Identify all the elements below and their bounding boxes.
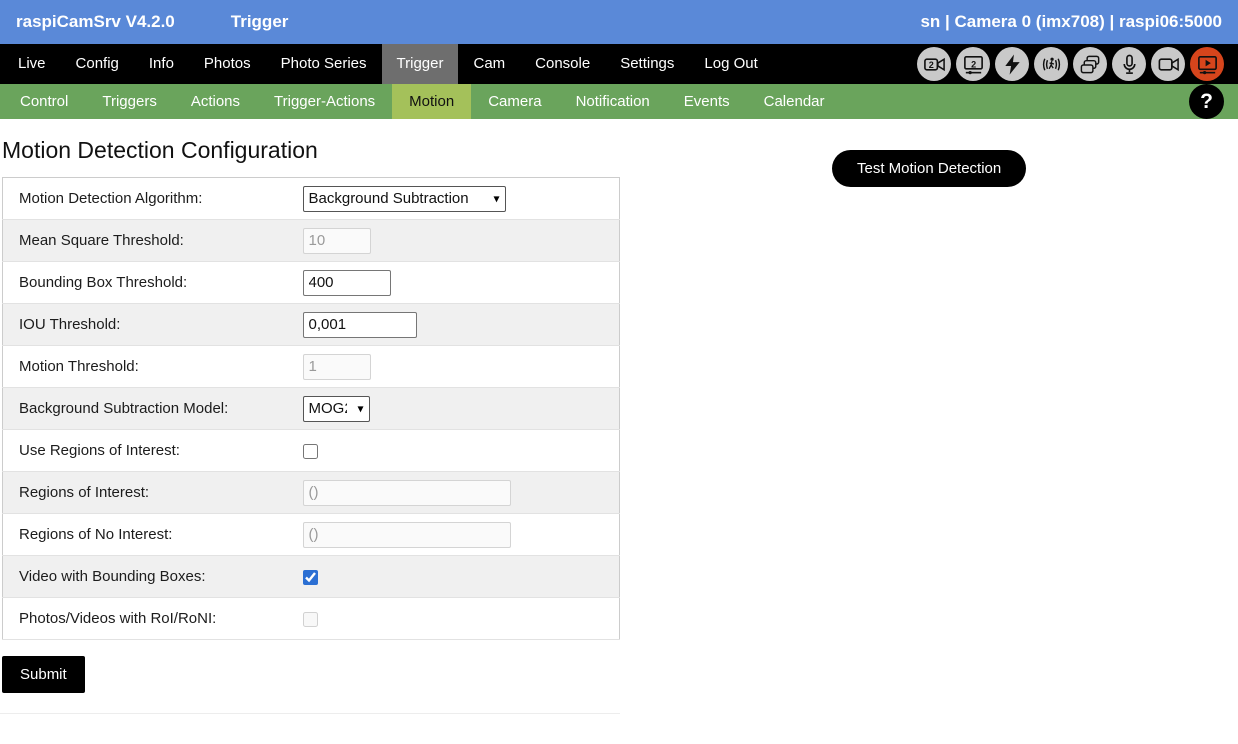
- header-icon-bar: 22: [917, 44, 1238, 84]
- nav-item-info[interactable]: Info: [134, 44, 189, 84]
- form-row: Use Regions of Interest:: [3, 430, 620, 472]
- nav-item-log-out[interactable]: Log Out: [689, 44, 772, 84]
- nav-item-console[interactable]: Console: [520, 44, 605, 84]
- nav-item-photo-series[interactable]: Photo Series: [266, 44, 382, 84]
- video-camera-2-icon[interactable]: 2: [917, 47, 951, 81]
- svg-text:2: 2: [971, 59, 976, 69]
- form-row: Mean Square Threshold:: [3, 220, 620, 262]
- motion-config-table: Motion Detection Algorithm:Background Su…: [2, 177, 620, 640]
- sub-nav-items: ControlTriggersActionsTrigger-ActionsMot…: [3, 84, 842, 119]
- form-row: Video with Bounding Boxes:: [3, 556, 620, 598]
- motion-alarm-icon[interactable]: [1034, 47, 1068, 81]
- subnav-item-events[interactable]: Events: [667, 84, 747, 119]
- use-regions-of-interest-checkbox[interactable]: [303, 444, 318, 459]
- motion-detection-algorithm-label: Motion Detection Algorithm:: [3, 178, 303, 220]
- nav-item-config[interactable]: Config: [61, 44, 134, 84]
- iou-threshold-label: IOU Threshold:: [3, 304, 303, 346]
- divider: [0, 713, 620, 714]
- sub-nav: ControlTriggersActionsTrigger-ActionsMot…: [0, 84, 1238, 119]
- subnav-item-actions[interactable]: Actions: [174, 84, 257, 119]
- svg-text:2: 2: [928, 59, 933, 69]
- regions-of-no-interest-input: [303, 522, 511, 548]
- motion-detection-algorithm-select-wrap: Background Subtraction: [303, 186, 506, 212]
- photos-videos-with-roi-roni-label: Photos/Videos with RoI/RoNI:: [3, 598, 303, 640]
- form-row: IOU Threshold:: [3, 304, 620, 346]
- main-nav: LiveConfigInfoPhotosPhoto SeriesTriggerC…: [0, 44, 1238, 84]
- iou-threshold-input[interactable]: [303, 312, 417, 338]
- regions-of-no-interest-label: Regions of No Interest:: [3, 514, 303, 556]
- app-title: raspiCamSrv V4.2.0: [16, 12, 175, 32]
- motion-threshold-label: Motion Threshold:: [3, 346, 303, 388]
- nav-item-live[interactable]: Live: [3, 44, 61, 84]
- nav-item-cam[interactable]: Cam: [458, 44, 520, 84]
- photos-videos-with-roi-roni-checkbox: [303, 612, 318, 627]
- use-regions-of-interest-label: Use Regions of Interest:: [3, 430, 303, 472]
- video-with-bounding-boxes-label: Video with Bounding Boxes:: [3, 556, 303, 598]
- photo-stack-icon[interactable]: [1073, 47, 1107, 81]
- titlebar-context: Trigger: [231, 12, 289, 32]
- subnav-item-trigger-actions[interactable]: Trigger-Actions: [257, 84, 392, 119]
- subnav-item-control[interactable]: Control: [3, 84, 85, 119]
- background-subtraction-model-label: Background Subtraction Model:: [3, 388, 303, 430]
- nav-item-trigger[interactable]: Trigger: [382, 44, 459, 84]
- form-row: Regions of No Interest:: [3, 514, 620, 556]
- form-row: Regions of Interest:: [3, 472, 620, 514]
- subnav-item-motion[interactable]: Motion: [392, 84, 471, 119]
- bounding-box-threshold-label: Bounding Box Threshold:: [3, 262, 303, 304]
- form-row: Motion Threshold:: [3, 346, 620, 388]
- subnav-item-triggers[interactable]: Triggers: [85, 84, 173, 119]
- background-subtraction-model-select[interactable]: MOG2: [303, 396, 370, 422]
- page-title: Motion Detection Configuration: [2, 137, 1238, 164]
- form-row: Photos/Videos with RoI/RoNI:: [3, 598, 620, 640]
- regions-of-interest-label: Regions of Interest:: [3, 472, 303, 514]
- bounding-box-threshold-input[interactable]: [303, 270, 391, 296]
- motion-detection-algorithm-select[interactable]: Background Subtraction: [303, 186, 506, 212]
- motion-threshold-input: [303, 354, 371, 380]
- background-subtraction-model-select-wrap: MOG2: [303, 396, 370, 422]
- nav-item-settings[interactable]: Settings: [605, 44, 689, 84]
- camera-status: sn | Camera 0 (imx708) | raspi06:5000: [920, 12, 1222, 32]
- subnav-item-camera[interactable]: Camera: [471, 84, 558, 119]
- live-stream-icon[interactable]: [1190, 47, 1224, 81]
- form-row: Bounding Box Threshold:: [3, 262, 620, 304]
- microphone-icon[interactable]: [1112, 47, 1146, 81]
- mean-square-threshold-input: [303, 228, 371, 254]
- form-row: Motion Detection Algorithm:Background Su…: [3, 178, 620, 220]
- titlebar: raspiCamSrv V4.2.0 Trigger sn | Camera 0…: [0, 0, 1238, 44]
- regions-of-interest-input: [303, 480, 511, 506]
- submit-button[interactable]: Submit: [2, 656, 85, 693]
- help-icon[interactable]: ?: [1189, 84, 1224, 119]
- video-camera-icon[interactable]: [1151, 47, 1185, 81]
- form-row: Background Subtraction Model:MOG2: [3, 388, 620, 430]
- flash-icon[interactable]: [995, 47, 1029, 81]
- nav-item-photos[interactable]: Photos: [189, 44, 266, 84]
- content: Motion Detection Configuration Test Moti…: [0, 137, 1238, 714]
- test-motion-detection-button[interactable]: Test Motion Detection: [832, 150, 1026, 187]
- main-nav-items: LiveConfigInfoPhotosPhoto SeriesTriggerC…: [3, 44, 773, 84]
- mean-square-threshold-label: Mean Square Threshold:: [3, 220, 303, 262]
- video-with-bounding-boxes-checkbox[interactable]: [303, 570, 318, 585]
- subnav-item-calendar[interactable]: Calendar: [747, 84, 842, 119]
- display-2-icon[interactable]: 2: [956, 47, 990, 81]
- subnav-item-notification[interactable]: Notification: [559, 84, 667, 119]
